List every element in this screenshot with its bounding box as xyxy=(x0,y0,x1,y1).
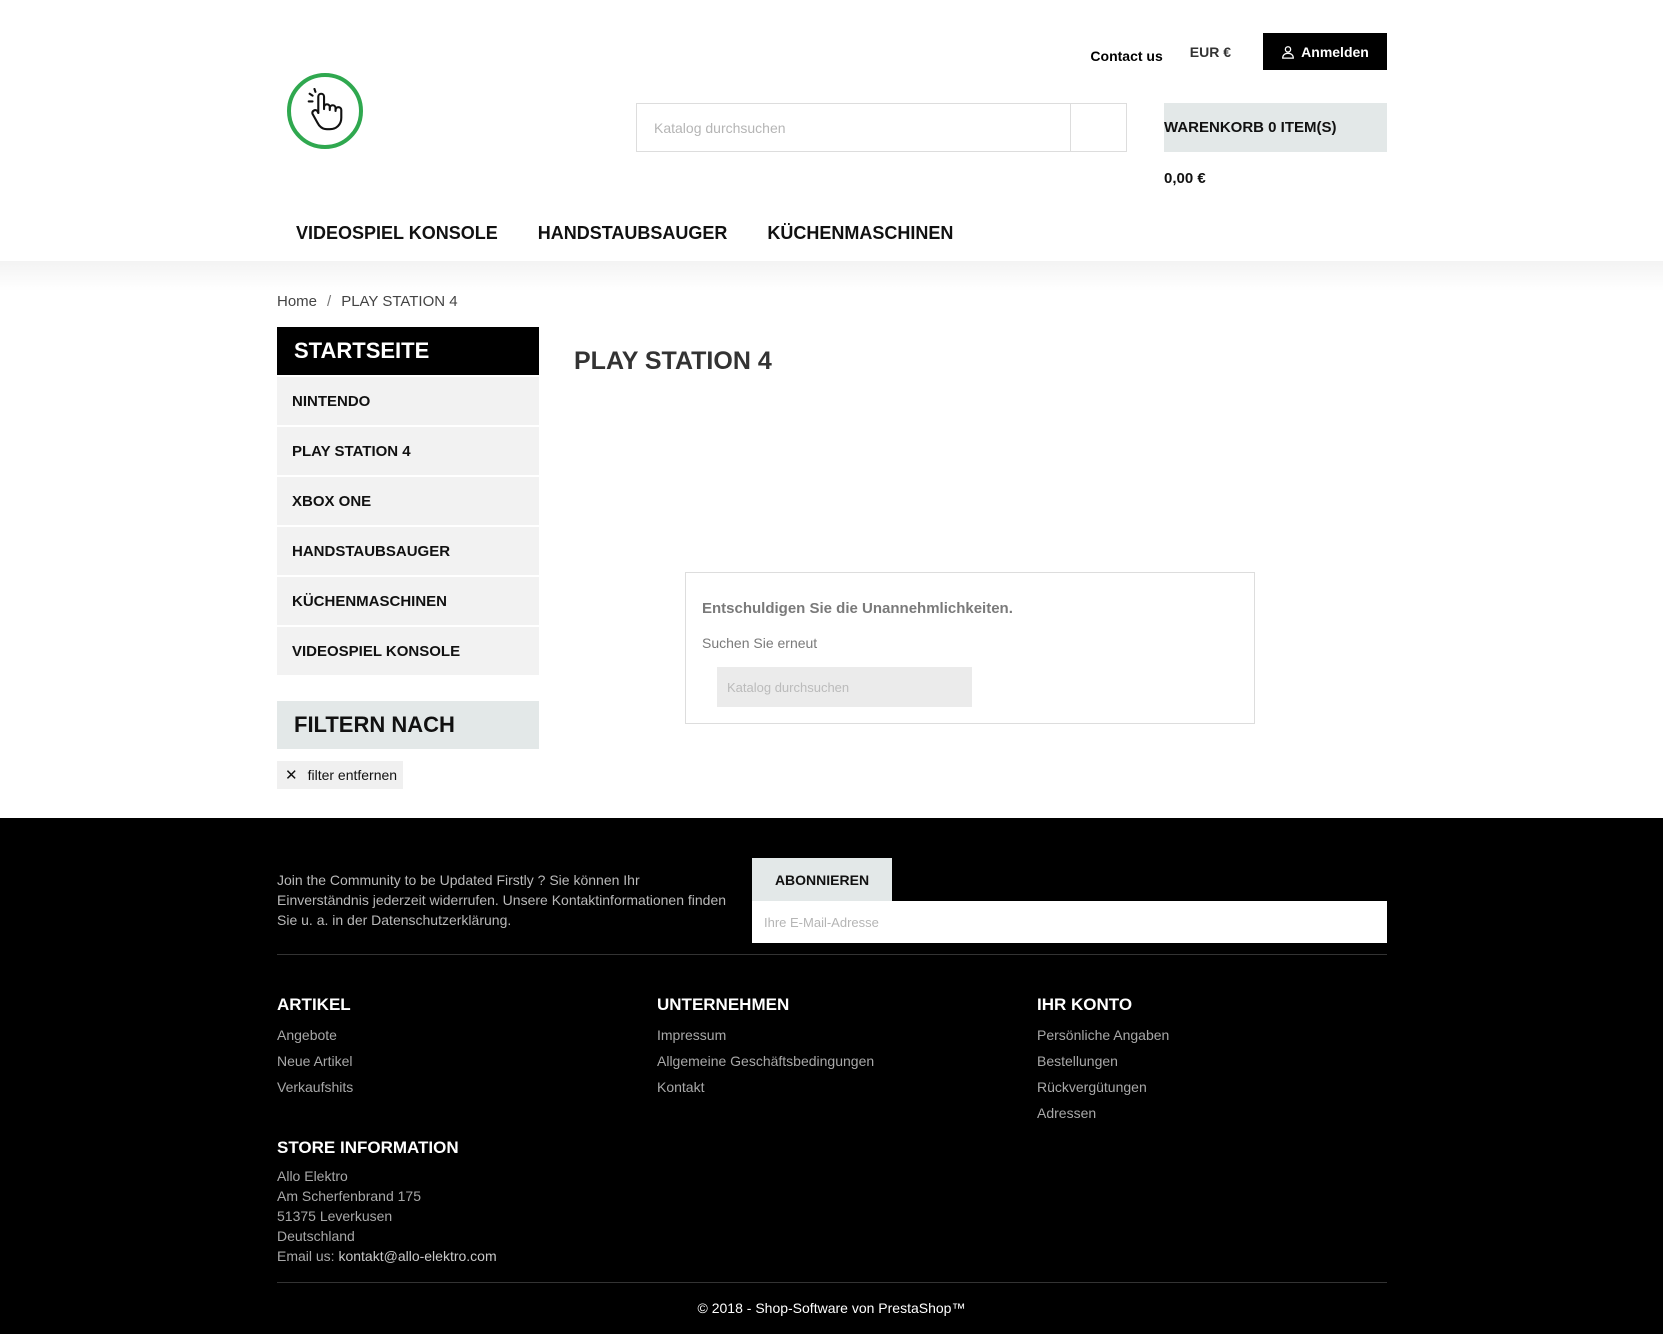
retry-search-input[interactable] xyxy=(717,667,972,707)
footer-column-artikel: ARTIKEL Angebote Neue Artikel Verkaufshi… xyxy=(277,995,353,1100)
footer-link-rueckverguetungen[interactable]: Rückvergütungen xyxy=(1037,1074,1169,1100)
footer-link-persoenliche-angaben[interactable]: Persönliche Angaben xyxy=(1037,1022,1169,1048)
subscribe-button[interactable]: ABONNIEREN xyxy=(752,858,892,901)
category-item-videospiel-konsole[interactable]: VIDEOSPIEL KONSOLE xyxy=(277,627,539,675)
breadcrumb-separator: / xyxy=(327,293,332,310)
category-tree-title[interactable]: STARTSEITE xyxy=(277,327,539,375)
cart-button[interactable]: WARENKORB 0 ITEM(S) xyxy=(1164,103,1387,152)
filter-remove-label: filter entfernen xyxy=(307,767,398,783)
footer-column-ihr-konto: IHR KONTO Persönliche Angaben Bestellung… xyxy=(1037,995,1169,1126)
search-button[interactable] xyxy=(1070,104,1126,151)
store-information-title: STORE INFORMATION xyxy=(277,1138,459,1157)
no-products-subtitle: Suchen Sie erneut xyxy=(702,635,818,651)
page-title: PLAY STATION 4 xyxy=(574,347,772,375)
newsletter-email-input[interactable] xyxy=(752,901,1387,943)
sidebar: STARTSEITE NINTENDO PLAY STATION 4 XBOX … xyxy=(277,327,539,789)
site-header: Contact us EUR € Anmelden WARENKORB 0 IT… xyxy=(0,0,1663,261)
category-item-xbox-one[interactable]: XBOX ONE xyxy=(277,477,539,525)
newsletter-text: Join the Community to be Updated Firstly… xyxy=(277,872,727,928)
footer-column-title: ARTIKEL xyxy=(277,995,351,1014)
breadcrumb-current[interactable]: PLAY STATION 4 xyxy=(341,293,457,310)
close-icon: ✕ xyxy=(285,767,298,784)
footer-divider xyxy=(277,954,1387,955)
footer-link-neue-artikel[interactable]: Neue Artikel xyxy=(277,1048,353,1074)
store-email-line: Email us: kontakt@allo-elektro.com xyxy=(277,1246,497,1266)
filter-title: FILTERN NACH xyxy=(277,701,539,749)
footer-bottom-divider xyxy=(277,1282,1387,1283)
user-icon xyxy=(1282,45,1295,59)
filter-remove-button[interactable]: ✕ filter entfernen xyxy=(277,761,404,789)
footer-link-bestellungen[interactable]: Bestellungen xyxy=(1037,1048,1169,1074)
shop-logo[interactable] xyxy=(287,73,363,149)
copyright-text[interactable]: © 2018 - Shop-Software von PrestaShop™ xyxy=(0,1300,1663,1316)
no-products-title: Entschuldigen Sie die Unannehmlichkeiten… xyxy=(702,600,1013,617)
footer-link-angebote[interactable]: Angebote xyxy=(277,1022,353,1048)
cart-total: 0,00 € xyxy=(1164,170,1206,187)
category-item-nintendo[interactable]: NINTENDO xyxy=(277,377,539,425)
main-navigation: VIDEOSPIEL KONSOLE HANDSTAUBSAUGER KÜCHE… xyxy=(296,223,993,244)
store-email-prefix: Email us: xyxy=(277,1248,339,1264)
signin-button[interactable]: Anmelden xyxy=(1263,33,1387,70)
store-information: STORE INFORMATION Allo Elektro Am Scherf… xyxy=(277,1138,497,1266)
currency-selector[interactable]: EUR € xyxy=(1190,44,1231,60)
store-street: Am Scherfenbrand 175 xyxy=(277,1188,421,1204)
search-input[interactable] xyxy=(637,104,1070,151)
search-widget xyxy=(636,103,1127,152)
top-navigation: Contact us EUR € Anmelden xyxy=(1090,33,1387,70)
footer-link-agb[interactable]: Allgemeine Geschäftsbedingungen xyxy=(657,1048,874,1074)
footer-link-kontakt[interactable]: Kontakt xyxy=(657,1074,874,1100)
footer-column-title: IHR KONTO xyxy=(1037,995,1133,1014)
breadcrumb: Home / PLAY STATION 4 xyxy=(277,293,458,310)
breadcrumb-home[interactable]: Home xyxy=(277,293,317,310)
category-item-play-station-4[interactable]: PLAY STATION 4 xyxy=(277,427,539,475)
signin-label: Anmelden xyxy=(1301,43,1369,60)
category-item-kuechenmaschinen[interactable]: KÜCHENMASCHINEN xyxy=(277,577,539,625)
contact-us-link[interactable]: Contact us xyxy=(1090,48,1162,64)
category-item-handstaubsauger[interactable]: HANDSTAUBSAUGER xyxy=(277,527,539,575)
nav-item-kuechenmaschinen[interactable]: KÜCHENMASCHINEN xyxy=(767,223,953,244)
footer-link-impressum[interactable]: Impressum xyxy=(657,1022,874,1048)
store-email-link[interactable]: kontakt@allo-elektro.com xyxy=(338,1248,496,1264)
hand-pointer-icon xyxy=(307,88,343,131)
store-name: Allo Elektro xyxy=(277,1168,348,1184)
footer-column-title: UNTERNEHMEN xyxy=(657,995,790,1014)
footer-column-unternehmen: UNTERNEHMEN Impressum Allgemeine Geschäf… xyxy=(657,995,874,1100)
footer-link-verkaufshits[interactable]: Verkaufshits xyxy=(277,1074,353,1100)
nav-item-handstaubsauger[interactable]: HANDSTAUBSAUGER xyxy=(538,223,728,244)
store-country: Deutschland xyxy=(277,1228,355,1244)
footer-link-adressen[interactable]: Adressen xyxy=(1037,1100,1169,1126)
store-city: 51375 Leverkusen xyxy=(277,1208,393,1224)
cart-label: WARENKORB 0 ITEM(S) xyxy=(1164,119,1337,136)
site-footer: Join the Community to be Updated Firstly… xyxy=(0,818,1663,1334)
header-shadow xyxy=(0,261,1663,291)
no-products-box: Entschuldigen Sie die Unannehmlichkeiten… xyxy=(685,572,1255,724)
nav-item-videospiel-konsole[interactable]: VIDEOSPIEL KONSOLE xyxy=(296,223,498,244)
